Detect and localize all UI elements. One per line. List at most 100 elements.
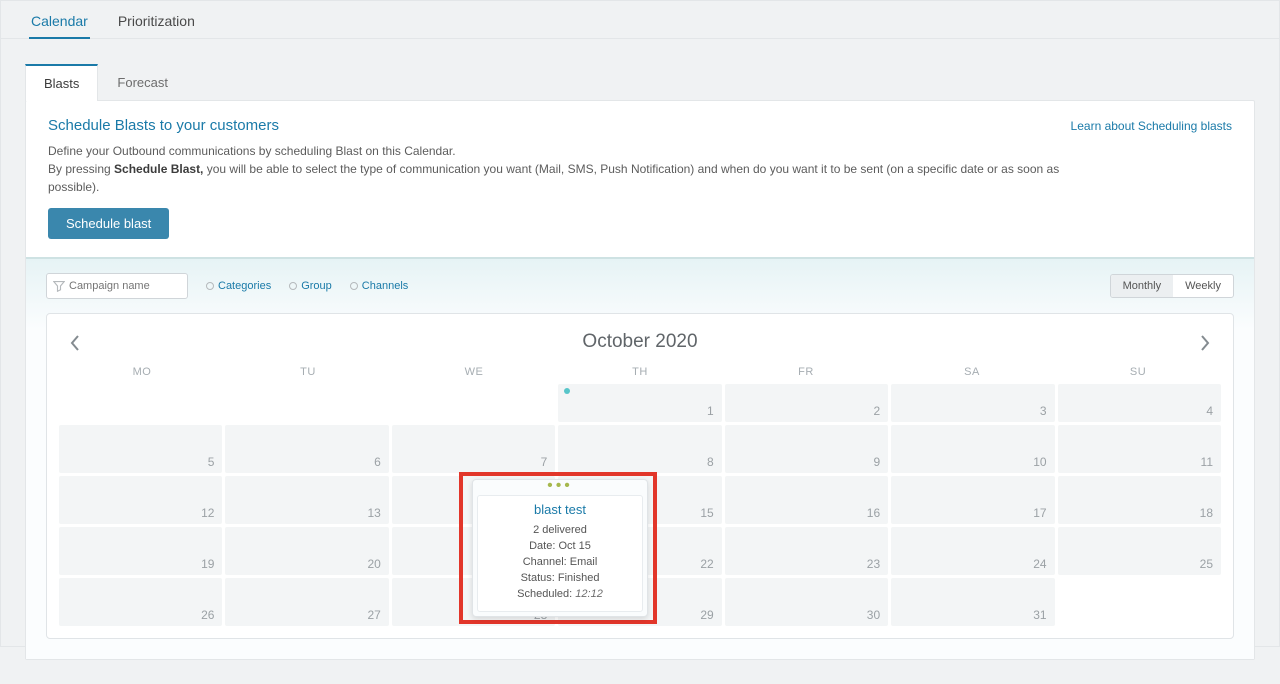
day-cell[interactable]: 23: [725, 527, 888, 575]
day-cell[interactable]: 16: [725, 476, 888, 524]
blasts-panel: Schedule Blasts to your customers Define…: [25, 100, 1255, 660]
dow-label: FR: [723, 366, 889, 378]
toggle-monthly[interactable]: Monthly: [1111, 275, 1174, 297]
popover-channel: Channel: Email: [482, 555, 638, 571]
filter-icon: [53, 280, 65, 292]
day-cell[interactable]: 27: [225, 578, 388, 626]
day-cell[interactable]: 8: [558, 425, 721, 473]
day-cell[interactable]: 6: [225, 425, 388, 473]
circle-icon: [206, 282, 214, 290]
dow-row: MO TU WE TH FR SA SU: [59, 362, 1221, 384]
view-toggle: Monthly Weekly: [1110, 274, 1234, 298]
day-number: 10: [1033, 455, 1046, 469]
more-icon[interactable]: •••: [473, 480, 647, 491]
circle-icon: [289, 282, 297, 290]
popover-inner: blast test 2 delivered Date: Oct 15 Chan…: [477, 495, 643, 612]
blast-popover[interactable]: ••• blast test 2 delivered Date: Oct 15 …: [472, 479, 648, 617]
day-number: 8: [707, 455, 714, 469]
calendar-header: October 2020: [59, 322, 1221, 362]
day-number: 23: [867, 557, 880, 571]
day-cell[interactable]: 24: [891, 527, 1054, 575]
day-number: 17: [1033, 506, 1046, 520]
day-cell[interactable]: 5: [59, 425, 222, 473]
search-box[interactable]: [46, 273, 188, 299]
tab-prioritization[interactable]: Prioritization: [116, 13, 197, 39]
day-cell[interactable]: 9: [725, 425, 888, 473]
day-cell[interactable]: 30: [725, 578, 888, 626]
day-cell[interactable]: 25: [1058, 527, 1221, 575]
dow-label: SA: [889, 366, 1055, 378]
day-cell[interactable]: 26: [59, 578, 222, 626]
day-number: 6: [374, 455, 381, 469]
intro-block: Schedule Blasts to your customers Define…: [26, 101, 1254, 257]
day-cell[interactable]: 12: [59, 476, 222, 524]
day-cell: [225, 384, 388, 422]
day-cell: [392, 384, 555, 422]
divider: [26, 257, 1254, 259]
day-number: 3: [1040, 404, 1047, 418]
day-number: 27: [367, 608, 380, 622]
calendar-wrap: Categories Group Channels Monthly Weekly: [26, 259, 1254, 659]
learn-link[interactable]: Learn about Scheduling blasts: [1071, 117, 1232, 133]
day-cell[interactable]: 13: [225, 476, 388, 524]
day-cell[interactable]: 4: [1058, 384, 1221, 422]
day-number: 7: [541, 455, 548, 469]
day-cell: [59, 384, 222, 422]
day-number: 11: [1201, 455, 1213, 469]
day-cell[interactable]: 18: [1058, 476, 1221, 524]
prev-month-button[interactable]: [61, 328, 89, 362]
day-number: 5: [208, 455, 215, 469]
next-month-button[interactable]: [1191, 328, 1219, 362]
popover-status: Status: Finished: [482, 571, 638, 587]
dow-label: MO: [59, 366, 225, 378]
top-tab-strip: Calendar Prioritization: [1, 1, 1279, 39]
calendar-title: October 2020: [582, 331, 697, 353]
filter-bar: Categories Group Channels Monthly Weekly: [46, 273, 1234, 299]
day-cell[interactable]: 17: [891, 476, 1054, 524]
tab-calendar[interactable]: Calendar: [29, 13, 90, 39]
day-number: 4: [1206, 404, 1213, 418]
content-area: Blasts Forecast Schedule Blasts to your …: [1, 39, 1279, 684]
chevron-left-icon: [69, 334, 81, 352]
day-number: 1: [707, 404, 714, 418]
dow-label: WE: [391, 366, 557, 378]
popover-title[interactable]: blast test: [482, 502, 638, 517]
day-cell[interactable]: 1: [558, 384, 721, 422]
filter-channels[interactable]: Channels: [350, 280, 408, 292]
day-cell[interactable]: 11: [1058, 425, 1221, 473]
chevron-right-icon: [1199, 334, 1211, 352]
dow-label: SU: [1055, 366, 1221, 378]
day-cell[interactable]: 7: [392, 425, 555, 473]
toggle-weekly[interactable]: Weekly: [1173, 275, 1233, 297]
dow-label: TU: [225, 366, 391, 378]
day-cell[interactable]: 2: [725, 384, 888, 422]
day-cell[interactable]: 20: [225, 527, 388, 575]
dow-label: TH: [557, 366, 723, 378]
day-number: 31: [1033, 608, 1046, 622]
day-number: 30: [867, 608, 880, 622]
popover-date: Date: Oct 15: [482, 539, 638, 555]
search-input[interactable]: [69, 280, 181, 292]
intro-line2: By pressing Schedule Blast, you will be …: [48, 160, 1071, 196]
sub-tab-strip: Blasts Forecast: [25, 64, 1255, 101]
day-cell[interactable]: 3: [891, 384, 1054, 422]
day-number: 22: [700, 557, 713, 571]
day-number: 16: [867, 506, 880, 520]
schedule-blast-button[interactable]: Schedule blast: [48, 208, 169, 239]
popover-delivered: 2 delivered: [482, 523, 638, 539]
popover-scheduled: Scheduled: 12:12: [482, 587, 638, 603]
day-number: 12: [201, 506, 214, 520]
sub-tab-blasts[interactable]: Blasts: [25, 64, 98, 101]
day-cell[interactable]: 31: [891, 578, 1054, 626]
calendar: October 2020 MO TU WE TH FR SA SU: [46, 313, 1234, 639]
filter-group[interactable]: Group: [289, 280, 332, 292]
day-number: 19: [201, 557, 214, 571]
sub-tab-forecast[interactable]: Forecast: [98, 64, 187, 101]
day-number: 9: [873, 455, 880, 469]
filter-categories[interactable]: Categories: [206, 280, 271, 292]
day-cell[interactable]: 19: [59, 527, 222, 575]
intro-line1: Define your Outbound communications by s…: [48, 142, 1071, 160]
day-cell[interactable]: 10: [891, 425, 1054, 473]
day-number: 26: [201, 608, 214, 622]
day-number: 24: [1033, 557, 1046, 571]
